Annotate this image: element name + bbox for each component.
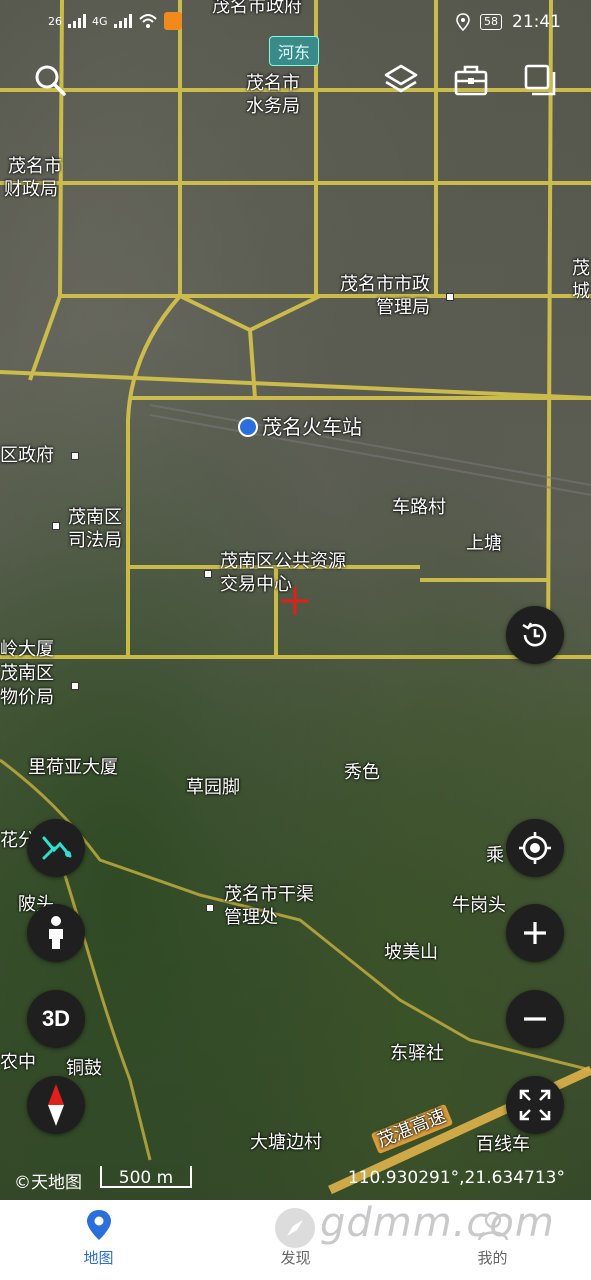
crosshair-marker-icon (281, 587, 309, 615)
layers-icon[interactable] (383, 62, 419, 98)
poi-dot[interactable] (206, 904, 214, 912)
map-label[interactable]: 茂南区 (0, 663, 54, 685)
route-button[interactable] (27, 819, 85, 877)
map-label[interactable]: 秀色 (344, 762, 380, 784)
map-label[interactable]: 茂南区 (68, 507, 122, 529)
map-label[interactable]: 茂名市 (246, 73, 300, 95)
map-label[interactable]: 草园脚 (186, 777, 240, 799)
signal-bars-icon (113, 14, 132, 28)
watermark-text: gdmm.com (320, 1200, 555, 1246)
watermark: gdmm.com (268, 1200, 558, 1246)
map-label[interactable]: 岭大厦 (0, 639, 54, 661)
status-bar: 26 4G 58 21:41 (0, 0, 591, 44)
map-label[interactable]: 上塘 (466, 533, 502, 555)
map-label[interactable]: 农中 (0, 1052, 36, 1074)
signal-icon: 26 (48, 14, 62, 28)
poi-dot[interactable] (52, 522, 60, 530)
tab-label: 我的 (477, 1249, 508, 1267)
history-icon (522, 622, 547, 647)
signal-bars-icon (68, 14, 86, 28)
train-station-icon (238, 417, 258, 437)
location-pin-icon (87, 1210, 111, 1240)
expand-icon (519, 1089, 551, 1121)
map-label[interactable]: 东驿社 (390, 1043, 444, 1065)
poi-dot[interactable] (71, 452, 79, 460)
map-label[interactable]: 坡美山 (384, 942, 438, 964)
toolbox-icon[interactable] (453, 62, 489, 98)
fullscreen-button[interactable] (506, 1076, 564, 1134)
map-label[interactable]: 财政局 (4, 179, 58, 201)
map-label[interactable]: 车路村 (392, 497, 446, 519)
map-label[interactable]: 茂名市干渠 (224, 884, 314, 906)
map-label[interactable]: 城 (572, 281, 590, 303)
zoom-in-button[interactable] (506, 904, 564, 962)
map-label[interactable]: 茂名市市政 (340, 274, 430, 296)
wifi-icon (138, 14, 157, 28)
map-label[interactable]: 茂名市 (8, 156, 62, 178)
map-label[interactable]: 铜鼓 (66, 1058, 102, 1080)
map-label[interactable]: 大塘边村 (250, 1132, 322, 1154)
tab-label: 发现 (280, 1249, 311, 1267)
map-label[interactable]: 物价局 (0, 687, 54, 709)
history-button[interactable] (506, 606, 564, 664)
poi-dot[interactable] (204, 570, 212, 578)
map-label[interactable]: 乘 (486, 845, 504, 867)
map-label[interactable]: 茂 (572, 258, 590, 280)
map-label[interactable]: 管理处 (224, 907, 278, 929)
map-label[interactable]: 茂名火车站 (262, 416, 362, 438)
map-label[interactable]: 牛岗头 (452, 895, 506, 917)
map-label[interactable]: 司法局 (68, 530, 122, 552)
scale-distance: 500 m (118, 1168, 174, 1188)
person-icon (49, 916, 63, 949)
poi-dot[interactable] (446, 293, 454, 301)
locate-icon (519, 832, 551, 864)
compass-button[interactable] (27, 1076, 85, 1134)
clock: 21:41 (512, 12, 561, 32)
zoom-out-button[interactable] (506, 990, 564, 1048)
locate-me-button[interactable] (506, 819, 564, 877)
multi-window-icon[interactable] (522, 62, 558, 98)
map-attribution: ©天地图 (14, 1173, 82, 1193)
street-view-button[interactable] (27, 904, 85, 962)
location-icon (456, 13, 470, 31)
minus-icon (524, 1017, 546, 1021)
map-footer: ©天地图 500 m 110.930291°,21.634713° (0, 1158, 591, 1200)
plus-icon (524, 922, 546, 944)
coordinates-readout: 110.930291°,21.634713° (347, 1168, 565, 1188)
route-icon (42, 836, 72, 860)
compass-icon (48, 1084, 64, 1126)
poi-dot[interactable] (71, 682, 79, 690)
scale-bar: 500 m (100, 1166, 192, 1188)
satellite-map[interactable]: 河东 茂名市政府 茂名市 水务局 茂名市 财政局 茂名市市政 管理局 茂名火车站… (0, 0, 591, 1200)
map-label[interactable]: 茂南区公共资源 (220, 551, 346, 573)
map-label[interactable]: 百线车 (476, 1134, 530, 1156)
battery-level: 58 (480, 14, 502, 30)
tab-label: 地图 (83, 1249, 114, 1267)
search-icon[interactable] (32, 62, 68, 98)
map-label[interactable]: 管理局 (376, 297, 430, 319)
tab-map[interactable]: 地图 (0, 1200, 197, 1280)
app-notification-icon (163, 12, 182, 30)
map-label[interactable]: 水务局 (246, 96, 300, 118)
map-label[interactable]: 区政府 (0, 445, 54, 467)
3d-toggle-button[interactable]: 3D (27, 990, 85, 1048)
network-type: 4G (92, 14, 108, 28)
map-label[interactable]: 里荷亚大厦 (28, 757, 118, 779)
